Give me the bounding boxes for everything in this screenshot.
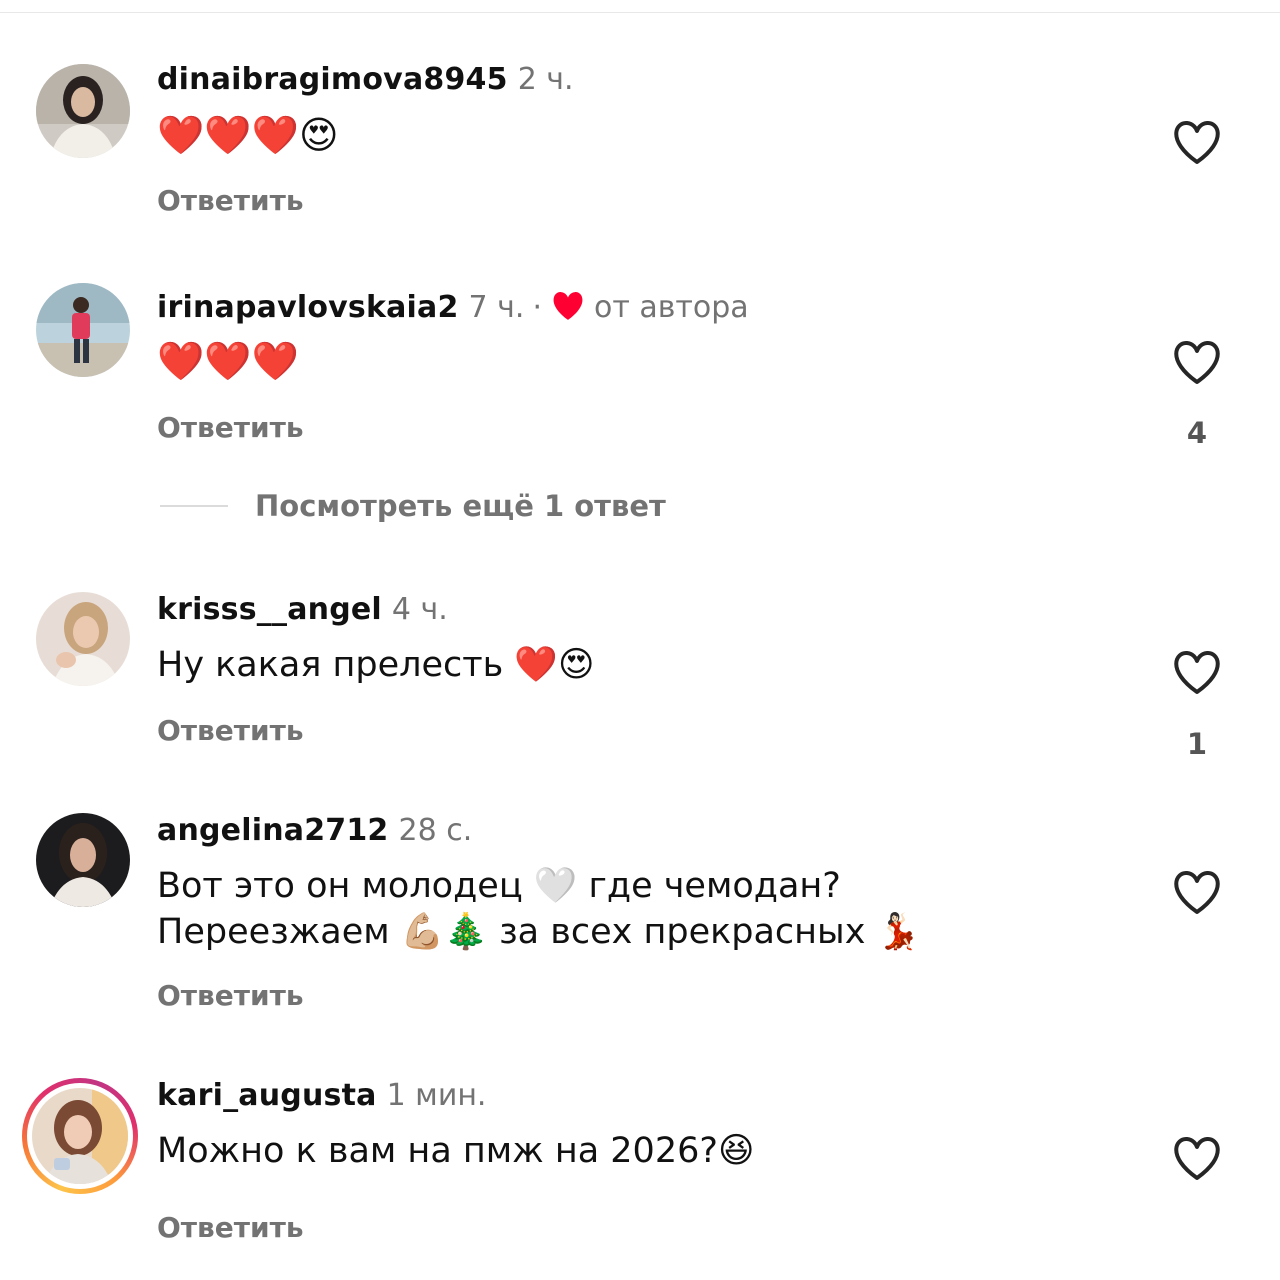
like-count: 1 xyxy=(1186,727,1208,761)
timestamp: 1 мин. xyxy=(386,1078,487,1113)
like-button[interactable] xyxy=(1172,650,1222,696)
comment-text-line-1: Вот это он молодец 🤍 где чемодан? xyxy=(157,866,841,906)
reply-button[interactable]: Ответить xyxy=(157,979,304,1013)
username[interactable]: krisss__angel xyxy=(157,592,382,627)
top-divider xyxy=(0,12,1280,13)
author-like-label: от автора xyxy=(593,290,749,325)
comment-text: Можно к вам на пмж на 2026?😆 xyxy=(157,1131,755,1171)
comment-meta: kari_augusta 1 мин. xyxy=(157,1078,486,1114)
like-button[interactable] xyxy=(1172,870,1222,916)
comment-text-line-2: Переезжаем 💪🏼🎄 за всех прекрасных 💃🏻 xyxy=(157,912,921,952)
reply-button[interactable]: Ответить xyxy=(157,411,304,445)
comment-meta: dinaibragimova8945 2 ч. xyxy=(157,62,574,98)
avatar[interactable] xyxy=(32,1088,128,1184)
avatar[interactable] xyxy=(36,283,130,377)
username[interactable]: dinaibragimova8945 xyxy=(157,62,508,97)
heart-outline-icon xyxy=(1174,1137,1220,1180)
comment-meta: irinapavlovskaia2 7 ч. · от автора xyxy=(157,290,749,326)
like-button[interactable] xyxy=(1172,120,1222,166)
story-ring[interactable] xyxy=(22,1078,138,1194)
reply-button[interactable]: Ответить xyxy=(157,1211,304,1245)
timestamp: 28 с. xyxy=(398,813,473,848)
comment-text: ❤️❤️❤️ xyxy=(157,339,299,383)
username[interactable]: irinapavlovskaia2 xyxy=(157,290,459,325)
avatar[interactable] xyxy=(36,813,130,907)
username[interactable]: kari_augusta xyxy=(157,1078,377,1113)
comment-meta: krisss__angel 4 ч. xyxy=(157,592,448,628)
heart-outline-icon xyxy=(1174,651,1220,694)
replies-divider xyxy=(160,505,228,507)
like-button[interactable] xyxy=(1172,340,1222,386)
timestamp: 4 ч. xyxy=(391,592,448,627)
like-button[interactable] xyxy=(1172,1136,1222,1182)
view-more-replies-label: Посмотреть ещё 1 ответ xyxy=(255,489,666,523)
heart-outline-icon xyxy=(1174,871,1220,914)
comment-text: Ну какая прелесть ❤️😍 xyxy=(157,645,595,685)
comment-text: ❤️❤️❤️😍 xyxy=(157,113,339,157)
comment-meta: angelina2712 28 с. xyxy=(157,813,472,849)
reply-button[interactable]: Ответить xyxy=(157,714,304,748)
heart-outline-icon xyxy=(1174,121,1220,164)
heart-outline-icon xyxy=(1174,341,1220,384)
avatar[interactable] xyxy=(36,64,130,158)
timestamp: 7 ч. xyxy=(468,290,525,325)
like-count: 4 xyxy=(1186,416,1208,450)
avatar[interactable] xyxy=(36,592,130,686)
timestamp: 2 ч. xyxy=(517,62,574,97)
reply-button[interactable]: Ответить xyxy=(157,184,304,218)
username[interactable]: angelina2712 xyxy=(157,813,389,848)
separator: · xyxy=(532,290,542,325)
heart-filled-icon xyxy=(553,292,583,320)
